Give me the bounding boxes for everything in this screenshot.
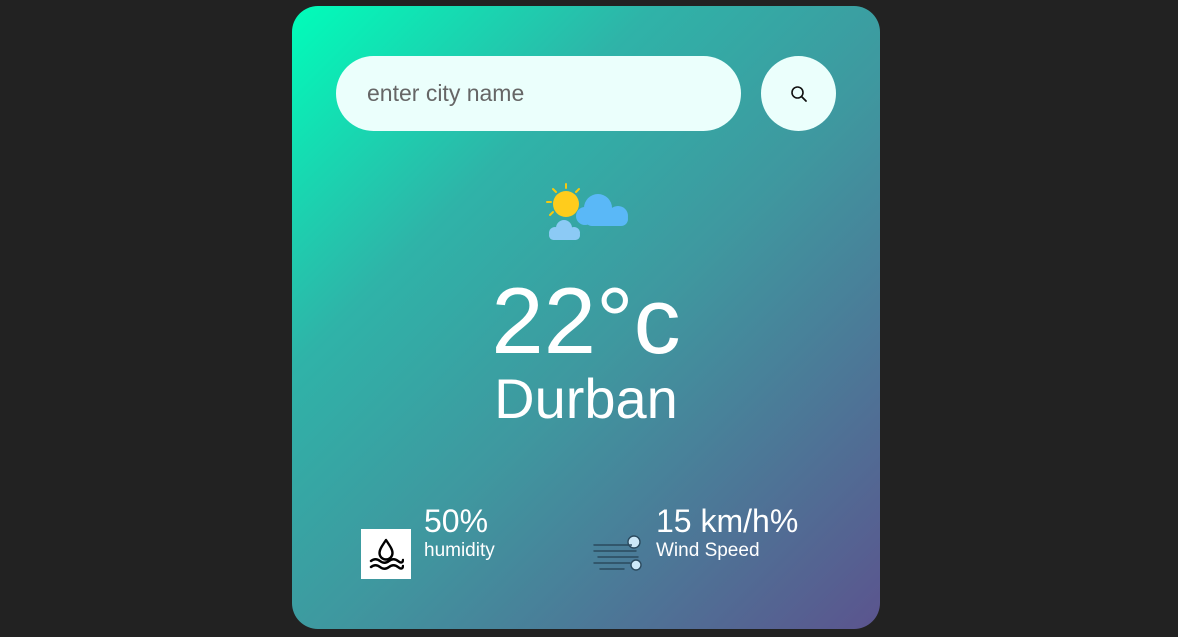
wind-speed-label: Wind Speed	[656, 540, 760, 561]
partly-cloudy-icon	[538, 182, 634, 242]
city-name: Durban	[494, 367, 678, 430]
humidity-icon	[361, 529, 411, 579]
weather-card: 22°c Durban 50% humidity 15 km/h% Wind S…	[292, 6, 880, 629]
wind-speed-value: 15 km/h%	[656, 503, 799, 539]
humidity-label: humidity	[424, 540, 495, 561]
search-button[interactable]	[761, 56, 836, 131]
search-input[interactable]	[336, 56, 741, 131]
temperature: 22°c	[491, 268, 681, 373]
search-icon	[790, 85, 808, 103]
wind-icon	[592, 533, 644, 575]
humidity-value: 50%	[424, 503, 489, 539]
